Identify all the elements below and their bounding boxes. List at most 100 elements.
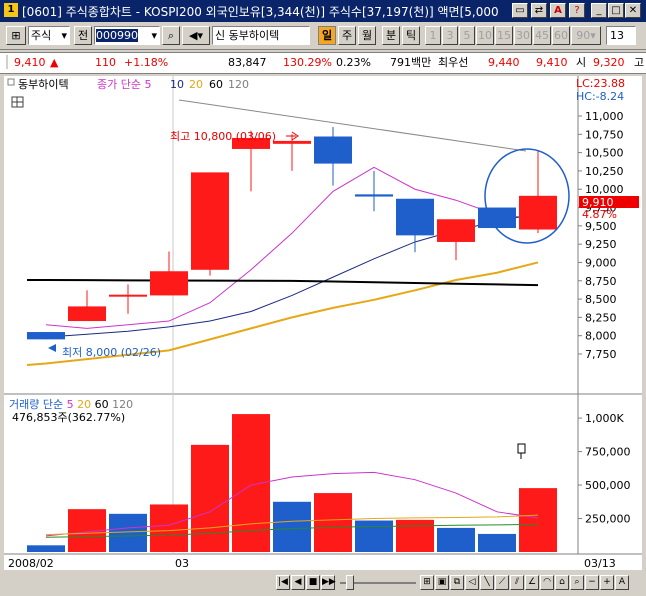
candle-body[interactable] [478, 207, 516, 229]
volume-legend[interactable]: 거래량 단순 5 20 60 120 [9, 398, 133, 411]
pin-icon[interactable]: ⊞ [6, 26, 26, 45]
candle-body[interactable] [437, 219, 475, 242]
legend-toggle-icon[interactable] [7, 78, 15, 86]
candle-body[interactable] [191, 172, 229, 270]
volume-bar[interactable] [27, 545, 65, 552]
cycle-tool-icon[interactable]: ◠ [540, 575, 554, 590]
price-change: 110 [95, 56, 116, 69]
period-week[interactable]: 주 [338, 26, 356, 45]
volume-bar[interactable] [150, 504, 188, 552]
close-button[interactable]: ✕ [625, 3, 641, 18]
legend-stock-name[interactable]: 동부하이텍 [18, 77, 69, 91]
compare-icon[interactable]: ⧉ [450, 575, 464, 590]
high-label: 고 [634, 56, 645, 69]
jeon-button[interactable]: 전 [74, 26, 92, 45]
chart-svg[interactable]: 11,00010,75010,50010,25010,0009,7509,500… [4, 76, 642, 570]
zoom-search-icon[interactable]: ⌕ [570, 575, 584, 590]
nav-first-icon[interactable]: |◀ [276, 575, 290, 590]
add-indicator-icon[interactable]: + [600, 575, 614, 590]
volume-bar[interactable] [478, 533, 516, 552]
maximize-button[interactable]: □ [608, 3, 624, 18]
text-tool-icon[interactable]: A [615, 575, 629, 590]
period-month[interactable]: 월 [358, 26, 376, 45]
zoom-slider-thumb[interactable] [346, 575, 354, 590]
search-icon[interactable]: ⌕ [162, 26, 180, 45]
font-a-icon[interactable]: A [550, 3, 566, 18]
trendline-tool-icon[interactable]: ╲ [480, 575, 494, 590]
candle-body[interactable] [109, 294, 147, 297]
link-icon[interactable]: ⇄ [531, 3, 547, 18]
chevron-down-icon: ▾ [61, 29, 67, 42]
minute-select[interactable]: 90▾ [571, 26, 601, 45]
period-day[interactable]: 일 [318, 26, 336, 45]
candle-body[interactable] [314, 136, 352, 164]
current-price: 9,410 [14, 56, 46, 69]
candle-body[interactable] [27, 332, 65, 340]
volume-bar[interactable] [191, 444, 229, 552]
app-icon: 1 [4, 3, 18, 17]
minute-30[interactable]: 30 [514, 26, 532, 45]
volume-ratio: 130.29% [283, 56, 332, 69]
box-zoom-icon[interactable]: ▣ [435, 575, 449, 590]
line-tool-icon[interactable]: ⟋ [495, 575, 509, 590]
best-quote-label: 최우선 [438, 56, 469, 69]
legend-ma20[interactable]: 20 [189, 78, 203, 91]
angle-tool-icon[interactable]: ∠ [525, 575, 539, 590]
legend-ma5[interactable]: 종가 단순 5 [97, 78, 151, 91]
legend-ma120[interactable]: 120 [228, 78, 249, 91]
candle-body[interactable] [396, 198, 434, 236]
stock-code-input[interactable]: 000990 ▾ [94, 26, 160, 45]
period-minute[interactable]: 분 [382, 26, 400, 45]
help-icon[interactable]: ? [569, 3, 585, 18]
legend-ma60[interactable]: 60 [209, 78, 223, 91]
chevron-down-icon: ▾ [151, 29, 157, 42]
minute-10[interactable]: 10 [476, 26, 494, 45]
volume-bar[interactable] [437, 527, 475, 552]
crosshair-icon[interactable]: ⊞ [420, 575, 434, 590]
channel-tool-icon[interactable]: ⫽ [510, 575, 524, 590]
candle-body[interactable] [150, 271, 188, 296]
scroll-left-icon[interactable]: ◁ [465, 575, 479, 590]
candle-body[interactable] [355, 194, 393, 197]
minute-1[interactable]: 1 [425, 26, 441, 45]
volume-bar[interactable] [519, 488, 557, 552]
nav-prev-icon[interactable]: ◀ [291, 575, 305, 590]
y-tick-label: 8,500 [585, 293, 617, 306]
zoom-out-icon[interactable]: − [585, 575, 599, 590]
shape-tool-icon[interactable]: ⌂ [555, 575, 569, 590]
hc-label: HC:-8.24 [576, 90, 624, 103]
y-tick-label: 9,000 [585, 256, 617, 269]
change-percent: +1.18% [124, 56, 169, 69]
minute-5[interactable]: 5 [459, 26, 475, 45]
open-label: 시 [576, 56, 587, 69]
vol-tick-label: 1,000K [585, 412, 624, 425]
minute-select-value: 90 [576, 29, 591, 42]
speaker-icon[interactable]: ◀▾ [182, 26, 210, 45]
volume-bar[interactable] [314, 493, 352, 552]
volume-bar[interactable] [355, 520, 393, 552]
volume-bar[interactable] [396, 519, 434, 552]
minute-15[interactable]: 15 [495, 26, 513, 45]
minimize-button[interactable]: _ [591, 3, 607, 18]
minute-45[interactable]: 45 [533, 26, 551, 45]
stock-name-field[interactable]: 신 동부하이텍 [212, 26, 310, 45]
volume-bar[interactable] [109, 513, 147, 552]
market-select[interactable]: 주식 ▾ [28, 26, 70, 45]
minute-60[interactable]: 60 [552, 26, 570, 45]
nav-stop-icon[interactable]: ■ [306, 575, 320, 590]
y-tick-label: 8,000 [585, 330, 617, 343]
minute-3[interactable]: 3 [442, 26, 458, 45]
divider [6, 55, 8, 69]
chart-area[interactable]: 11,000 10,750 10,500 10,250 10,000 9,750 9,500… [4, 76, 642, 570]
volume-bar[interactable] [273, 501, 311, 552]
candle-body[interactable] [273, 140, 311, 144]
candle-body[interactable] [68, 306, 106, 322]
legend-ma10[interactable]: 10 [170, 78, 184, 91]
volume-value: 83,847 [228, 56, 267, 69]
screen-capture-icon[interactable]: ▭ [512, 3, 528, 18]
count-input[interactable]: 13 [606, 26, 636, 45]
nav-next-icon[interactable]: ▶▶ [321, 575, 336, 590]
period-tick[interactable]: 틱 [402, 26, 420, 45]
credit-badge: 신 [215, 29, 226, 42]
candle-body[interactable] [519, 195, 557, 230]
